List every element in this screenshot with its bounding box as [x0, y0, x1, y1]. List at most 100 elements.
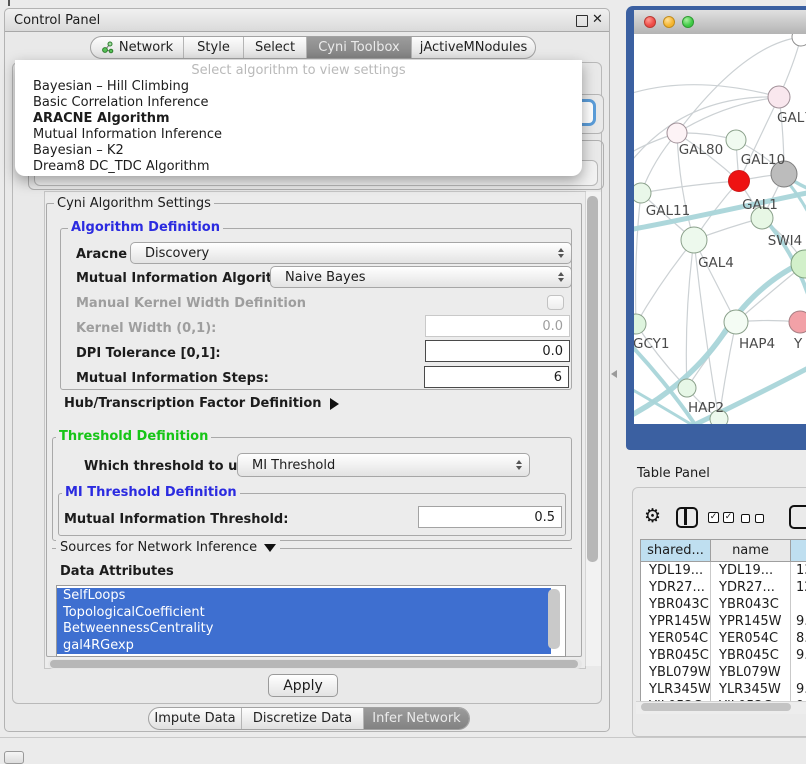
algorithm-option-mutual-information-inference[interactable]: Mutual Information Inference — [30, 127, 582, 143]
tab-select[interactable]: Select — [243, 37, 306, 58]
network-window-titlebar[interactable] — [634, 10, 806, 35]
cell[interactable]: YLR345W — [711, 681, 791, 698]
cell[interactable]: 9. — [791, 681, 806, 698]
cell[interactable]: YER054C — [711, 630, 791, 647]
table-row[interactable]: YER054CYER054C8. — [641, 630, 806, 647]
algorithm-option-bayesian-k2[interactable]: Bayesian – K2 — [30, 143, 582, 159]
mi-threshold-field[interactable]: 0.5 — [418, 506, 562, 528]
tab-cyni-toolbox[interactable]: Cyni Toolbox — [306, 37, 411, 58]
mi-algorithm-type-combobox[interactable]: Naive Bayes — [270, 266, 572, 288]
tab-jactivemnodules[interactable]: jActiveMNodules — [411, 37, 535, 58]
mi-steps-field[interactable]: 6 — [424, 366, 569, 388]
manual-kernel-checkbox[interactable] — [547, 295, 564, 310]
cell[interactable]: YBL079W — [711, 664, 791, 681]
panel-collapse-arrow-icon[interactable] — [611, 370, 617, 378]
table-row[interactable]: YBR043CYBR043C — [641, 596, 806, 613]
minimize-traffic-light-icon[interactable] — [663, 16, 675, 28]
net-node-hap2[interactable] — [678, 379, 696, 397]
cell[interactable]: YER054C — [641, 630, 711, 647]
cell[interactable]: YBL079W — [641, 664, 711, 681]
dpi-tolerance-field[interactable]: 0.0 — [425, 340, 570, 362]
float-icon[interactable] — [576, 15, 588, 27]
zoom-traffic-light-icon[interactable] — [682, 16, 694, 28]
algorithm-option-bayesian-hill-climbing[interactable]: Bayesian – Hill Climbing — [30, 79, 582, 95]
net-node-gal7[interactable] — [768, 86, 790, 108]
cell[interactable]: 9. — [791, 647, 806, 664]
aracne-mode-combobox[interactable]: Discovery — [130, 242, 572, 264]
cell[interactable]: YPR145W — [641, 613, 711, 630]
column-header-blank[interactable] — [791, 540, 806, 562]
select-all-checkbox-icon2[interactable]: ✓ — [723, 512, 734, 523]
table-row[interactable]: YBL079WYBL079W — [641, 664, 806, 681]
column-header-shared[interactable]: shared... — [641, 540, 711, 562]
net-node-hap4[interactable] — [724, 310, 748, 334]
tab-discretize-data[interactable]: Discretize Data — [241, 708, 363, 729]
table-row[interactable]: YPR145WYPR145W9. — [641, 613, 806, 630]
settings-hscrollbar-thumb[interactable] — [50, 660, 578, 668]
net-node-gal4[interactable] — [681, 227, 707, 253]
cell[interactable]: YDL19... — [641, 562, 711, 579]
algorithm-option-dream8-dc-tdc-algorithm[interactable]: Dream8 DC_TDC Algorithm — [30, 159, 582, 175]
minimized-panel-icon[interactable] — [4, 751, 24, 764]
cell[interactable]: 13 — [791, 562, 806, 579]
algorithm-option-aracne-algorithm[interactable]: ARACNE Algorithm — [30, 111, 582, 127]
close-icon[interactable]: ✕ — [592, 12, 603, 27]
kernel-width-field[interactable]: 0.0 — [425, 315, 570, 337]
network-graph[interactable]: GAL7GAL80GAL10GAL1SWI4GAL11GAL4GCY1HAP4Y… — [634, 34, 806, 424]
cell[interactable] — [791, 664, 806, 681]
deselect-all-checkbox-icon[interactable] — [741, 514, 750, 523]
column-layout-icon[interactable] — [676, 507, 698, 528]
net-node-gal1[interactable] — [729, 171, 750, 192]
table-row[interactable]: YBR045CYBR045C9. — [641, 647, 806, 664]
cell[interactable]: YBR043C — [641, 596, 711, 613]
attribute-item-gal4rgexp[interactable]: gal4RGexp — [57, 638, 551, 655]
hub-definition-expander[interactable]: Hub/Transcription Factor Definition — [64, 396, 339, 411]
node-table[interactable]: shared...name YDL19...YDL19...13YDR27...… — [640, 539, 806, 705]
cell[interactable]: YBR045C — [641, 647, 711, 664]
gear-icon[interactable]: ⚙ — [644, 505, 661, 527]
deselect-all-checkbox-icon2[interactable] — [755, 514, 764, 523]
cell[interactable]: YBR043C — [711, 596, 791, 613]
cell[interactable]: YDR27... — [641, 579, 711, 596]
attribute-item-betweennesscentrality[interactable]: BetweennessCentrality — [57, 621, 551, 638]
algorithm-option-basic-correlation-inference[interactable]: Basic Correlation Inference — [30, 95, 582, 111]
net-node-gal80[interactable] — [667, 123, 687, 143]
tab-infer-network[interactable]: Infer Network — [363, 708, 469, 729]
network-canvas[interactable]: GAL7GAL80GAL10GAL1SWI4GAL11GAL4GCY1HAP4Y… — [634, 34, 806, 424]
column-header-name[interactable]: name — [711, 540, 791, 562]
cell[interactable]: YLR345W — [641, 681, 711, 698]
select-all-checkbox-icon[interactable]: ✓ — [708, 512, 719, 523]
tab-style[interactable]: Style — [183, 37, 243, 58]
cell[interactable]: 8. — [791, 630, 806, 647]
attribute-item-selfloops[interactable]: SelfLoops — [57, 588, 551, 605]
cell[interactable]: YDR27... — [711, 579, 791, 596]
algorithm-dropdown[interactable]: Select algorithm to view settings Bayesi… — [15, 60, 582, 176]
tab-impute-data[interactable]: Impute Data — [149, 708, 241, 729]
settings-vscrollbar-thumb[interactable] — [587, 196, 598, 562]
which-threshold-combobox[interactable]: MI Threshold — [237, 453, 530, 477]
cell[interactable]: YBR045C — [711, 647, 791, 664]
net-node-gcy1[interactable] — [634, 314, 646, 334]
tab-network[interactable]: Network — [91, 37, 183, 58]
table-row[interactable]: YDR27...YDR27...12 — [641, 579, 806, 596]
cell[interactable]: 12 — [791, 579, 806, 596]
cell[interactable]: YDL19... — [711, 562, 791, 579]
net-node-y[interactable] — [789, 311, 806, 333]
net-node-gal11[interactable] — [634, 183, 651, 203]
data-attributes-list[interactable]: SelfLoopsTopologicalCoefficientBetweenne… — [56, 585, 566, 657]
close-traffic-light-icon[interactable] — [644, 16, 656, 28]
cell[interactable] — [791, 596, 806, 613]
cell[interactable]: YPR145W — [711, 613, 791, 630]
net-node[interactable] — [792, 34, 806, 46]
apply-button[interactable]: Apply — [268, 674, 338, 697]
cell[interactable]: 9. — [791, 613, 806, 630]
table-hscrollbar-thumb[interactable] — [641, 703, 791, 711]
attribute-item-topologicalcoefficient[interactable]: TopologicalCoefficient — [57, 605, 551, 622]
table-row[interactable]: YLR345WYLR345W9. — [641, 681, 806, 698]
new-table-icon[interactable] — [789, 505, 806, 529]
net-node-gal10[interactable] — [726, 130, 746, 150]
table-row[interactable]: YDL19...YDL19...13 — [641, 562, 806, 579]
attributes-vscrollbar-thumb[interactable] — [548, 589, 560, 649]
sources-expander[interactable]: Sources for Network Inference — [56, 540, 280, 555]
cyni-algorithm-settings-title: Cyni Algorithm Settings — [54, 196, 214, 211]
